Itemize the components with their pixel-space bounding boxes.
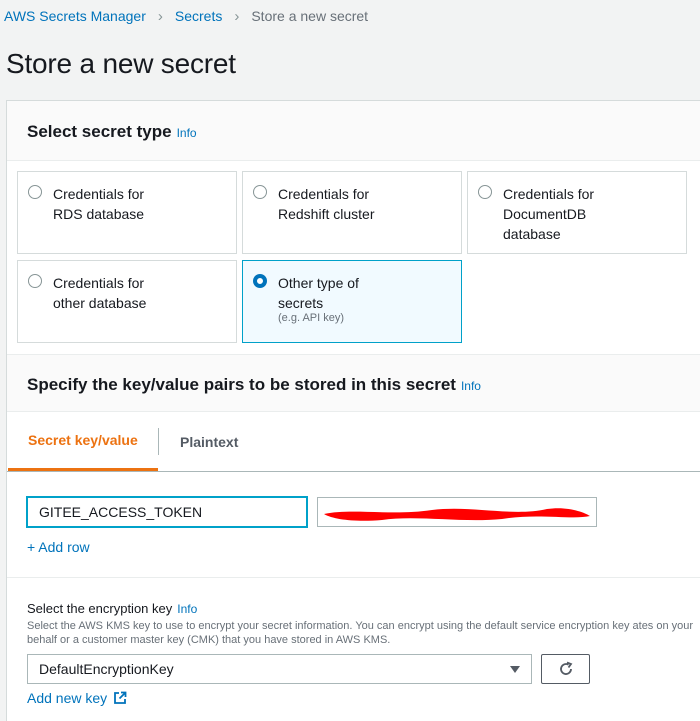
secret-type-option-documentdb[interactable]: Credentials for DocumentDB database	[467, 171, 687, 254]
encryption-key-selected-value: DefaultEncryptionKey	[39, 661, 174, 677]
radio-button[interactable]	[28, 185, 42, 199]
encryption-key-select[interactable]: DefaultEncryptionKey	[27, 654, 532, 684]
secret-type-option-label: Credentials for RDS database	[53, 186, 145, 222]
refresh-keys-button[interactable]	[541, 654, 590, 684]
secret-type-option-other-database[interactable]: Credentials for other database	[17, 260, 237, 343]
tab-plaintext[interactable]: Plaintext	[180, 412, 238, 471]
section-divider	[7, 577, 700, 578]
add-new-key-label: Add new key	[27, 690, 108, 706]
page-title: Store a new secret	[6, 48, 236, 79]
radio-button[interactable]	[253, 185, 267, 199]
secret-type-option-label: Credentials for other database	[53, 275, 147, 311]
radio-button-selected[interactable]	[253, 274, 267, 288]
secret-type-option-rds[interactable]: Credentials for RDS database	[17, 171, 237, 254]
breadcrumb-secrets-manager[interactable]: AWS Secrets Manager	[4, 8, 146, 24]
breadcrumb: AWS Secrets Manager › Secrets › Store a …	[4, 6, 368, 26]
key-value-tabs: Secret key/value Plaintext	[7, 412, 700, 472]
redaction-mark	[324, 508, 590, 521]
key-value-heading: Specify the key/value pairs to be stored…	[27, 375, 481, 395]
refresh-icon	[559, 661, 572, 675]
secret-type-heading-text: Select secret type	[27, 122, 172, 141]
secret-type-header: Select secret type Info	[7, 101, 700, 161]
encryption-key-description: Select the AWS KMS key to use to encrypt…	[27, 620, 694, 646]
secret-type-info-link[interactable]: Info	[177, 126, 197, 140]
secret-type-heading: Select secret type Info	[27, 122, 197, 142]
key-value-header: Specify the key/value pairs to be stored…	[7, 354, 700, 412]
secret-type-option-redshift[interactable]: Credentials for Redshift cluster	[242, 171, 462, 254]
radio-button[interactable]	[28, 274, 42, 288]
tab-divider	[158, 428, 159, 455]
secret-type-option-other[interactable]: Other type of secrets (e.g. API key)	[242, 260, 462, 343]
add-new-key-link[interactable]: Add new key	[27, 690, 127, 706]
breadcrumb-secrets[interactable]: Secrets	[175, 8, 222, 24]
external-link-icon	[113, 691, 127, 705]
secret-value-input[interactable]	[317, 497, 597, 527]
key-value-heading-text: Specify the key/value pairs to be stored…	[27, 375, 456, 394]
secret-type-option-label: Credentials for DocumentDB database	[503, 186, 595, 242]
chevron-right-icon: ›	[157, 7, 163, 25]
secret-type-option-label: Other type of secrets	[278, 275, 359, 311]
tab-secret-key-value[interactable]: Secret key/value	[8, 412, 158, 471]
encryption-key-info-link[interactable]: Info	[177, 602, 197, 616]
secret-type-option-label: Credentials for Redshift cluster	[278, 186, 375, 222]
chevron-right-icon: ›	[234, 7, 240, 25]
secret-key-input[interactable]: GITEE_ACCESS_TOKEN	[27, 497, 307, 527]
secret-type-option-hint: (e.g. API key)	[278, 312, 345, 324]
encryption-key-label: Select the encryption key Info	[27, 601, 197, 616]
radio-button[interactable]	[478, 185, 492, 199]
add-row-button[interactable]: + Add row	[27, 539, 90, 555]
encryption-key-label-text: Select the encryption key	[27, 601, 173, 616]
key-value-info-link[interactable]: Info	[461, 379, 481, 393]
caret-down-icon	[510, 666, 520, 673]
secret-form-panel: Select secret type Info Credentials for …	[6, 100, 700, 721]
breadcrumb-current: Store a new secret	[251, 8, 369, 24]
